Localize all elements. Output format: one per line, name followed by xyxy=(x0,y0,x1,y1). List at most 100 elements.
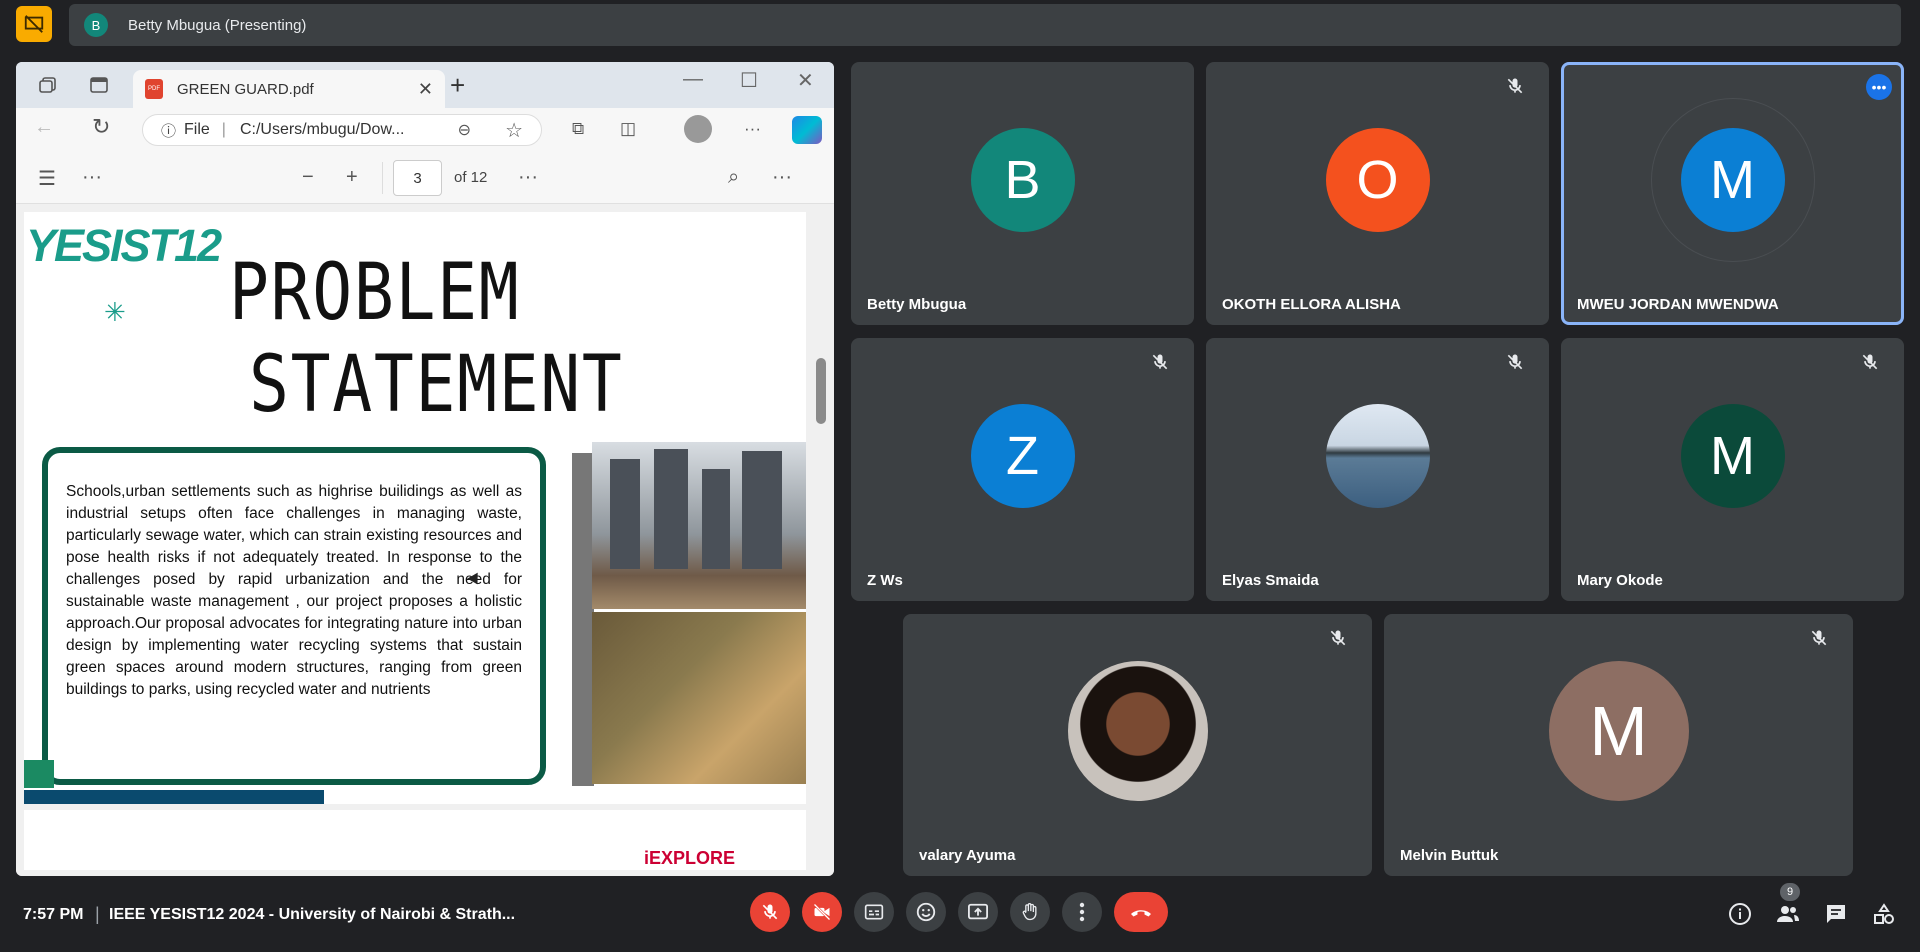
meeting-controls-bar: 7:57 PM | IEEE YESIST12 2024 - Universit… xyxy=(0,883,1920,952)
raise-hand-button[interactable] xyxy=(1010,892,1050,932)
close-tab-icon[interactable]: ✕ xyxy=(418,79,433,100)
shared-screen: PDF GREEN GUARD.pdf ✕ + — ☐ ✕ ← ↻ ⓘ File… xyxy=(16,62,834,876)
participant-name: Elyas Smaida xyxy=(1222,572,1319,589)
more-menu-icon[interactable]: ··· xyxy=(744,119,761,139)
decorative-blue-bar xyxy=(24,790,324,804)
page-count: of 12 xyxy=(454,169,488,186)
mic-muted-icon xyxy=(1150,352,1170,372)
present-screen-button[interactable] xyxy=(958,892,998,932)
address-bar[interactable]: ⓘ File | C:/Users/mbugu/Dow... ⊖ ☆ xyxy=(142,114,542,146)
tab-green-guard[interactable]: PDF GREEN GUARD.pdf ✕ xyxy=(133,70,445,108)
back-icon[interactable]: ← xyxy=(34,116,54,139)
participant-avatar: Z xyxy=(970,403,1075,508)
participant-tile[interactable]: M ••• MWEU JORDAN MWENDWA xyxy=(1561,62,1904,325)
refresh-icon[interactable]: ↻ xyxy=(92,114,110,140)
participant-count-badge: 9 xyxy=(1780,883,1800,901)
zoom-out-button[interactable]: − xyxy=(302,166,314,189)
page-number-input[interactable]: 3 xyxy=(393,160,442,196)
participant-avatar: O xyxy=(1325,127,1430,232)
chat-icon[interactable] xyxy=(1824,902,1848,926)
participant-tile[interactable]: B Betty Mbugua xyxy=(851,62,1194,325)
participant-name: Melvin Buttuk xyxy=(1400,847,1499,864)
participant-avatar xyxy=(1325,403,1430,508)
problem-statement-text: Schools,urban settlements such as highri… xyxy=(42,447,546,785)
pdf-viewport[interactable]: YESIST12 ✳ PROBLEM STATEMENT Schools,urb… xyxy=(16,204,834,876)
presenter-banner[interactable]: B Betty Mbugua (Presenting) xyxy=(69,4,1901,46)
favorite-star-icon[interactable]: ☆ xyxy=(505,118,523,143)
pdf-toolbar: ☰ ··· − + 3 of 12 ··· ⌕ ··· xyxy=(16,152,834,204)
pdf-search-icon[interactable]: ⌕ xyxy=(728,166,739,189)
decorative-green-bar xyxy=(24,760,54,788)
emoji-icon xyxy=(916,902,936,922)
activities-icon[interactable] xyxy=(1872,902,1896,926)
split-screen-icon[interactable]: ◫ xyxy=(620,119,636,139)
mic-off-icon xyxy=(762,904,778,920)
participant-name: Z Ws xyxy=(867,572,903,589)
leave-call-button[interactable] xyxy=(1114,892,1168,932)
highrise-buildings-photo xyxy=(592,442,806,609)
pdf-more-center-icon[interactable]: ··· xyxy=(518,166,538,189)
people-icon[interactable] xyxy=(1776,902,1800,926)
participant-tile[interactable]: Z Z Ws xyxy=(851,338,1194,601)
participant-avatar: M xyxy=(1680,403,1785,508)
more-options-button[interactable] xyxy=(1062,892,1102,932)
presentation-icon[interactable] xyxy=(16,6,52,42)
new-tab-button[interactable]: + xyxy=(450,70,465,101)
meeting-details-icon[interactable] xyxy=(1728,902,1752,926)
mic-muted-icon xyxy=(1328,628,1348,648)
tab-actions-icon[interactable] xyxy=(89,76,109,94)
participant-name: Mary Okode xyxy=(1577,572,1663,589)
slide-title-line1: PROBLEM xyxy=(229,248,521,338)
participant-tile[interactable]: M Mary Okode xyxy=(1561,338,1904,601)
photo-edge xyxy=(572,453,594,786)
close-window-icon[interactable]: ✕ xyxy=(797,68,814,93)
participant-name: MWEU JORDAN MWENDWA xyxy=(1577,296,1779,313)
browser-tab-strip: PDF GREEN GUARD.pdf ✕ + — ☐ ✕ xyxy=(16,62,834,108)
captions-button[interactable] xyxy=(854,892,894,932)
url-scheme: File xyxy=(184,121,210,138)
participant-tile[interactable]: M Melvin Buttuk xyxy=(1384,614,1853,876)
copilot-icon[interactable] xyxy=(792,116,822,144)
zoom-in-button[interactable]: + xyxy=(346,166,358,189)
minimize-icon[interactable]: — xyxy=(683,68,703,91)
sparkle-icon: ✳ xyxy=(104,297,126,327)
participant-tile[interactable]: O OKOTH ELLORA ALISHA xyxy=(1206,62,1549,325)
workspaces-icon[interactable] xyxy=(38,76,58,94)
reactions-button[interactable] xyxy=(906,892,946,932)
extensions-icon[interactable]: ⧉ xyxy=(572,119,584,139)
zoom-out-icon[interactable]: ⊖ xyxy=(458,120,471,140)
maximize-icon[interactable]: ☐ xyxy=(740,68,758,93)
mic-muted-icon xyxy=(1860,352,1880,372)
pdf-scrollbar[interactable] xyxy=(816,358,826,424)
hang-up-icon xyxy=(1131,910,1151,917)
mic-muted-icon xyxy=(1505,76,1525,96)
url-text: C:/Users/mbugu/Dow... xyxy=(239,121,405,138)
table-of-contents-icon[interactable]: ☰ xyxy=(38,166,56,191)
participant-avatar xyxy=(1067,661,1208,801)
mic-off-button[interactable] xyxy=(750,892,790,932)
participant-tile[interactable]: valary Ayuma xyxy=(903,614,1372,876)
present-icon xyxy=(968,903,988,920)
slide-title-line2: STATEMENT xyxy=(249,340,624,430)
toolbar-divider xyxy=(382,162,383,194)
participant-tile[interactable]: Elyas Smaida xyxy=(1206,338,1549,601)
camera-off-icon xyxy=(813,903,831,921)
hand-icon xyxy=(1022,903,1037,921)
presenter-avatar: B xyxy=(84,13,108,37)
meeting-time: 7:57 PM xyxy=(23,906,84,923)
top-bar: B Betty Mbugua (Presenting) xyxy=(0,0,1920,50)
captions-icon xyxy=(864,904,884,920)
speaking-ring xyxy=(1650,97,1815,262)
time-title-divider: | xyxy=(95,904,100,924)
pdf-page: YESIST12 ✳ PROBLEM STATEMENT Schools,urb… xyxy=(24,212,806,804)
tab-title: GREEN GUARD.pdf xyxy=(177,80,314,98)
profile-avatar[interactable] xyxy=(684,115,712,143)
camera-off-button[interactable] xyxy=(802,892,842,932)
info-icon[interactable]: ⓘ xyxy=(161,120,176,141)
participant-name: OKOTH ELLORA ALISHA xyxy=(1222,296,1401,313)
pdf-more-right-icon[interactable]: ··· xyxy=(772,166,792,189)
participant-name: Betty Mbugua xyxy=(867,296,967,313)
tile-options-icon[interactable]: ••• xyxy=(1866,74,1892,100)
pdf-file-icon: PDF xyxy=(145,79,163,99)
pdf-more-left-icon[interactable]: ··· xyxy=(82,166,102,189)
